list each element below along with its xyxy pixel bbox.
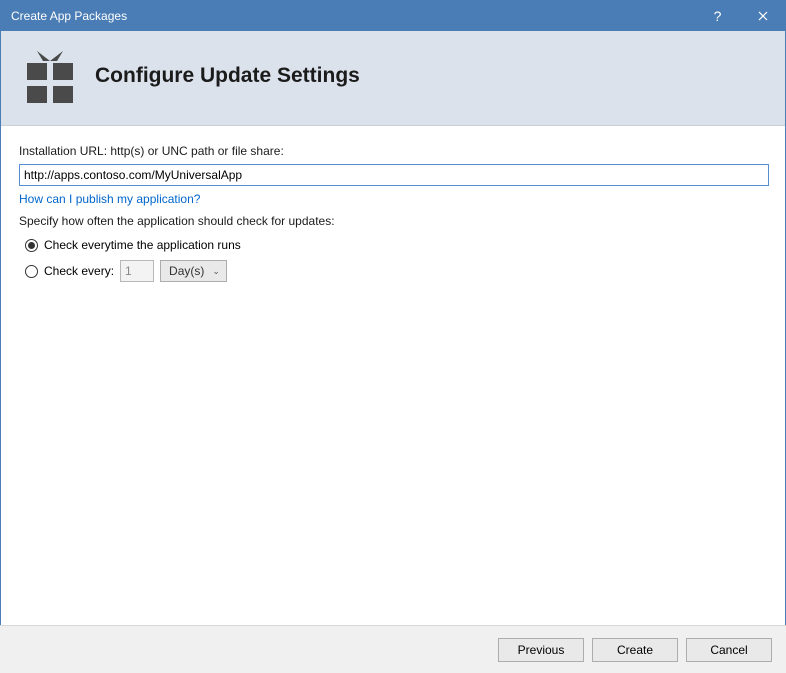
create-button[interactable]: Create [592,638,678,662]
chevron-down-icon: ⌄ [212,266,220,277]
close-button[interactable] [740,1,785,31]
package-icon [23,49,77,103]
radio-row-everyrun[interactable]: Check everytime the application runs [25,234,767,256]
radio-every-interval[interactable] [25,265,38,278]
radio-every-run-label: Check everytime the application runs [44,238,241,252]
close-icon [758,11,768,21]
titlebar: Create App Packages ? [1,1,785,31]
radio-every-interval-label: Check every: [44,264,114,278]
radio-every-run[interactable] [25,239,38,252]
wizard-header: Configure Update Settings [1,31,785,126]
update-frequency-group: Check everytime the application runs Che… [19,234,767,286]
wizard-content: Installation URL: http(s) or UNC path or… [1,126,785,296]
wizard-footer: Previous Create Cancel [0,625,786,673]
cancel-button[interactable]: Cancel [686,638,772,662]
radio-row-interval[interactable]: Check every: Day(s) ⌄ [25,256,767,286]
install-url-input[interactable] [19,164,769,186]
window-title: Create App Packages [11,9,695,23]
page-title: Configure Update Settings [95,64,360,88]
previous-button[interactable]: Previous [498,638,584,662]
install-url-label: Installation URL: http(s) or UNC path or… [19,144,767,158]
update-spec-label: Specify how often the application should… [19,214,767,228]
help-button[interactable]: ? [695,1,740,31]
interval-unit-value: Day(s) [169,264,204,278]
interval-value-input [120,260,154,282]
interval-unit-dropdown[interactable]: Day(s) ⌄ [160,260,227,282]
publish-help-link[interactable]: How can I publish my application? [19,192,200,206]
